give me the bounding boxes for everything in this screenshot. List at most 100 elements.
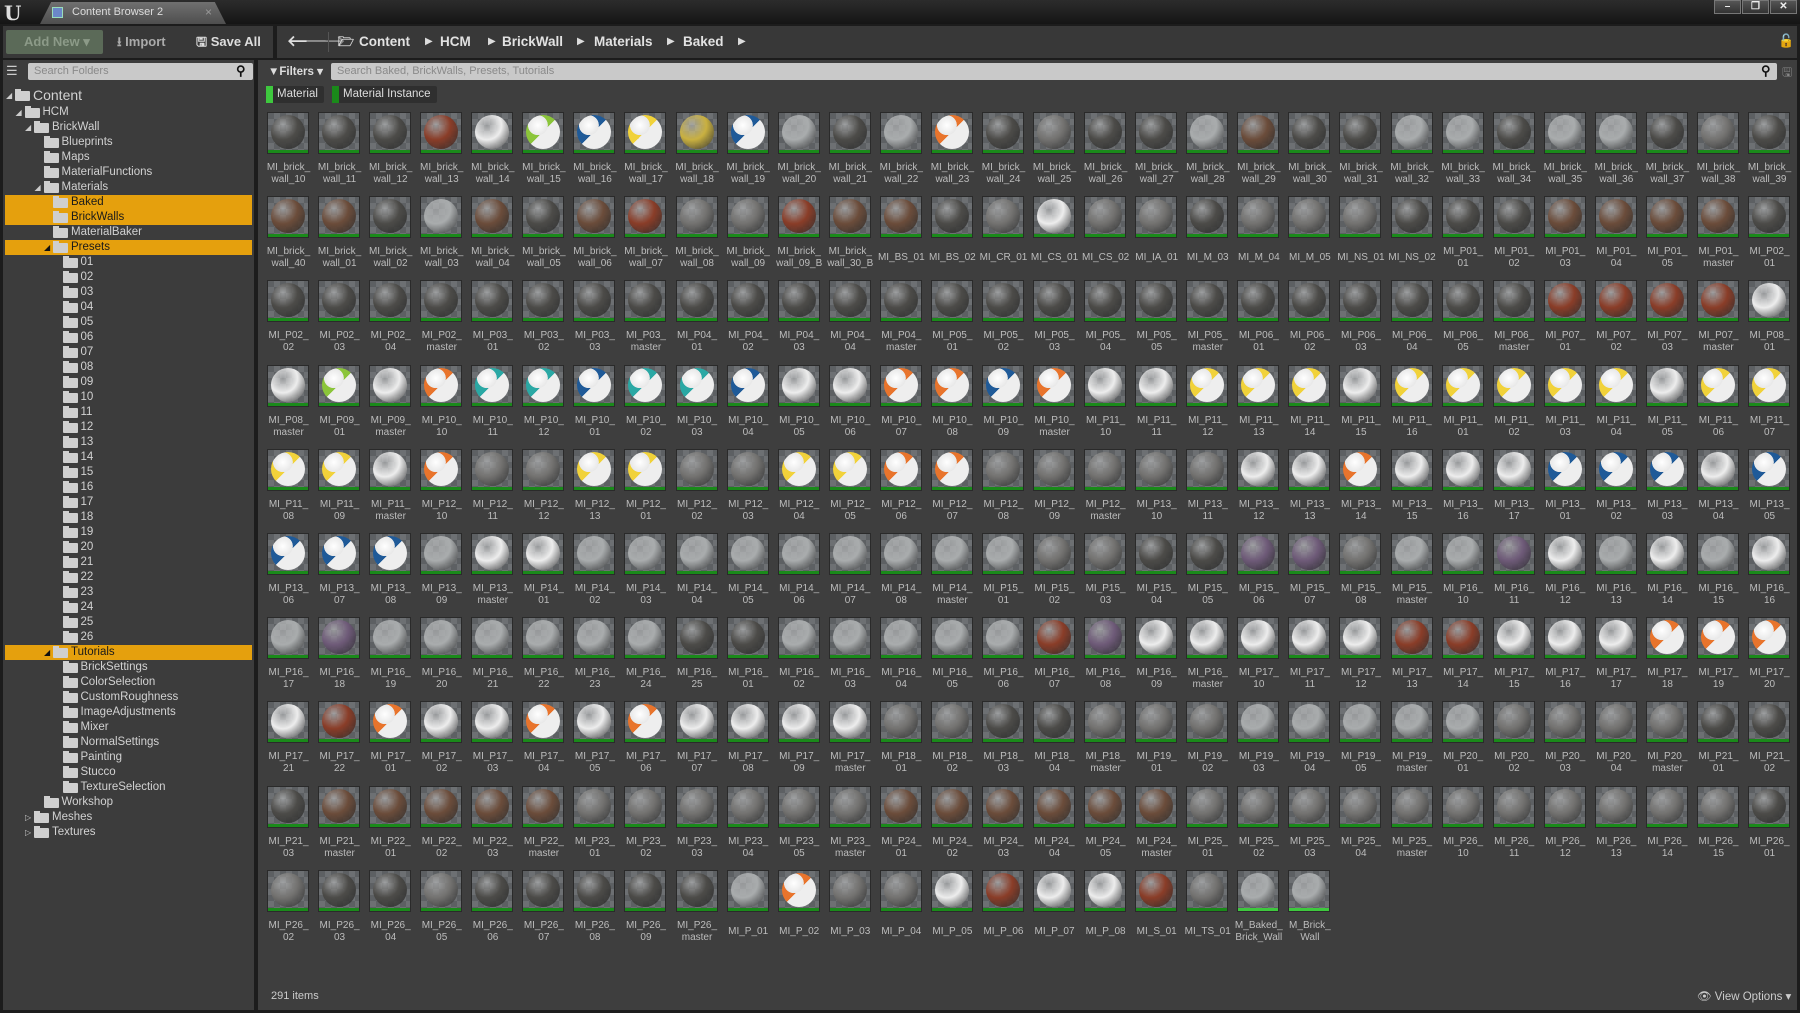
asset-tile[interactable]: MI_P13_16 — [1438, 448, 1489, 533]
asset-tile[interactable]: MI_P23_01 — [569, 785, 620, 870]
asset-tile[interactable]: MI_P10_07 — [876, 364, 927, 449]
asset-tile[interactable]: MI_P01_master — [1693, 196, 1744, 280]
asset-tile[interactable]: MI_P16_03 — [825, 617, 876, 701]
asset-tile[interactable]: MI_brick_wall_02 — [365, 196, 416, 280]
folder-item[interactable]: ◢ BrickWall — [5, 120, 252, 135]
minimize-button[interactable]: – — [1714, 0, 1741, 14]
asset-tile[interactable]: MI_P_06 — [978, 869, 1029, 954]
asset-tile[interactable]: MI_brick_wall_16 — [569, 112, 620, 196]
asset-tile[interactable]: MI_P15_master — [1387, 533, 1438, 617]
asset-tile[interactable]: MI_P13_12 — [1233, 448, 1284, 533]
asset-tile[interactable]: MI_P20_03 — [1540, 701, 1591, 785]
asset-tile[interactable]: MI_P18_01 — [876, 701, 927, 785]
breadcrumb-separator-icon[interactable]: ▶ — [738, 30, 746, 54]
asset-tile[interactable]: MI_P09_master — [365, 364, 416, 449]
asset-tile[interactable]: MI_P17_08 — [723, 701, 774, 785]
asset-tile[interactable]: MI_P11_10 — [1080, 364, 1131, 449]
folder-item[interactable]: 06 — [5, 330, 252, 345]
asset-tile[interactable]: MI_P16_22 — [518, 617, 569, 701]
asset-tile[interactable]: MI_P02_04 — [365, 280, 416, 364]
asset-tile[interactable]: MI_P26_07 — [518, 869, 569, 954]
breadcrumb-separator-icon[interactable]: ▶ — [425, 30, 433, 54]
asset-tile[interactable]: MI_P13_07 — [314, 533, 365, 617]
asset-tile[interactable]: MI_P26_04 — [365, 869, 416, 954]
asset-tile[interactable]: MI_P13_06 — [263, 533, 314, 617]
asset-tile[interactable]: MI_P08_master — [263, 364, 314, 449]
asset-tile[interactable]: MI_P11_14 — [1284, 364, 1335, 449]
folder-item[interactable]: Workshop — [5, 795, 252, 810]
asset-tile[interactable]: MI_P_08 — [1080, 869, 1131, 954]
asset-tile[interactable]: MI_P05_03 — [1029, 280, 1080, 364]
asset-tile[interactable]: MI_brick_wall_25 — [1029, 112, 1080, 196]
asset-tile[interactable]: MI_P07_01 — [1540, 280, 1591, 364]
asset-tile[interactable]: MI_P11_11 — [1131, 364, 1182, 449]
asset-tile[interactable]: MI_BS_02 — [927, 196, 978, 280]
asset-tile[interactable]: MI_P23_master — [825, 785, 876, 870]
asset-tile[interactable]: MI_P22_01 — [365, 785, 416, 870]
folder-item[interactable]: BrickWalls — [5, 210, 252, 225]
asset-tile[interactable]: MI_brick_wall_19 — [723, 112, 774, 196]
asset-tile[interactable]: MI_P10_master — [1029, 364, 1080, 449]
folder-item[interactable]: 21 — [5, 555, 252, 570]
asset-tile[interactable]: MI_P02_master — [416, 280, 467, 364]
asset-tile[interactable]: MI_P17_19 — [1693, 617, 1744, 701]
asset-tile[interactable]: MI_P13_03 — [1642, 448, 1693, 533]
asset-tile[interactable]: MI_CS_02 — [1080, 196, 1131, 280]
folder-item[interactable]: ▷ Textures — [5, 825, 252, 840]
asset-tile[interactable]: MI_P06_02 — [1284, 280, 1335, 364]
asset-tile[interactable]: MI_P25_01 — [1182, 785, 1233, 870]
asset-tile[interactable]: MI_P02_02 — [263, 280, 314, 364]
asset-tile[interactable]: MI_P07_02 — [1591, 280, 1642, 364]
asset-tile[interactable]: MI_P13_11 — [1182, 448, 1233, 533]
asset-tile[interactable]: MI_P17_15 — [1489, 617, 1540, 701]
asset-tile[interactable]: MI_M_04 — [1233, 196, 1284, 280]
asset-tile[interactable]: MI_P11_16 — [1387, 364, 1438, 449]
asset-tile[interactable]: MI_P17_21 — [263, 701, 314, 785]
asset-tile[interactable]: MI_P17_14 — [1438, 617, 1489, 701]
asset-tile[interactable]: MI_P13_04 — [1693, 448, 1744, 533]
asset-tile[interactable]: MI_P22_master — [518, 785, 569, 870]
folder-item[interactable]: ◢ Content — [5, 88, 252, 104]
asset-tile[interactable]: MI_P16_15 — [1693, 533, 1744, 617]
asset-tile[interactable]: MI_P14_08 — [876, 533, 927, 617]
asset-tile[interactable]: M_Brick_Wall — [1284, 869, 1335, 954]
asset-tile[interactable]: MI_P12_04 — [774, 448, 825, 533]
asset-tile[interactable]: MI_P16_02 — [774, 617, 825, 701]
folder-item[interactable]: 15 — [5, 465, 252, 480]
asset-tile[interactable]: MI_P23_05 — [774, 785, 825, 870]
asset-tile[interactable]: MI_P06_03 — [1335, 280, 1386, 364]
asset-tile[interactable]: MI_brick_wall_11 — [314, 112, 365, 196]
asset-tile[interactable]: MI_P05_02 — [978, 280, 1029, 364]
filter-chip-material[interactable]: Material — [266, 86, 324, 103]
asset-tile[interactable]: MI_P26_15 — [1693, 785, 1744, 870]
asset-tile[interactable]: MI_brick_wall_31 — [1335, 112, 1386, 196]
asset-tile[interactable]: MI_P14_01 — [518, 533, 569, 617]
asset-tile[interactable]: MI_P17_04 — [518, 701, 569, 785]
asset-tile[interactable]: MI_P13_08 — [365, 533, 416, 617]
asset-tile[interactable]: MI_P18_03 — [978, 701, 1029, 785]
asset-tile[interactable]: MI_brick_wall_30_B — [825, 196, 876, 280]
folder-item[interactable]: 05 — [5, 315, 252, 330]
asset-tile[interactable]: MI_brick_wall_29 — [1233, 112, 1284, 196]
asset-tile[interactable]: MI_P11_02 — [1489, 364, 1540, 449]
asset-tile[interactable]: MI_P09_01 — [314, 364, 365, 449]
asset-tile[interactable]: MI_P16_05 — [927, 617, 978, 701]
asset-tile[interactable]: MI_brick_wall_24 — [978, 112, 1029, 196]
asset-tile[interactable]: MI_P10_09 — [978, 364, 1029, 449]
folder-item[interactable]: NormalSettings — [5, 735, 252, 750]
asset-tile[interactable]: MI_P24_02 — [927, 785, 978, 870]
folder-item[interactable]: 17 — [5, 495, 252, 510]
breadcrumb-separator-icon[interactable]: ▶ — [488, 30, 496, 54]
folder-item[interactable]: CustomRoughness — [5, 690, 252, 705]
asset-tile[interactable]: MI_brick_wall_09 — [723, 196, 774, 280]
asset-tile[interactable]: MI_P15_05 — [1182, 533, 1233, 617]
asset-tile[interactable]: MI_brick_wall_18 — [672, 112, 723, 196]
asset-tile[interactable]: MI_P17_18 — [1642, 617, 1693, 701]
asset-tile[interactable]: MI_P11_08 — [263, 448, 314, 533]
folder-item[interactable]: ◢ Materials — [5, 180, 252, 195]
folder-item[interactable]: ▷ Meshes — [5, 810, 252, 825]
asset-tile[interactable]: MI_P07_03 — [1642, 280, 1693, 364]
asset-tile[interactable]: MI_P06_master — [1489, 280, 1540, 364]
asset-tile[interactable]: MI_brick_wall_10 — [263, 112, 314, 196]
asset-tile[interactable]: MI_brick_wall_14 — [467, 112, 518, 196]
